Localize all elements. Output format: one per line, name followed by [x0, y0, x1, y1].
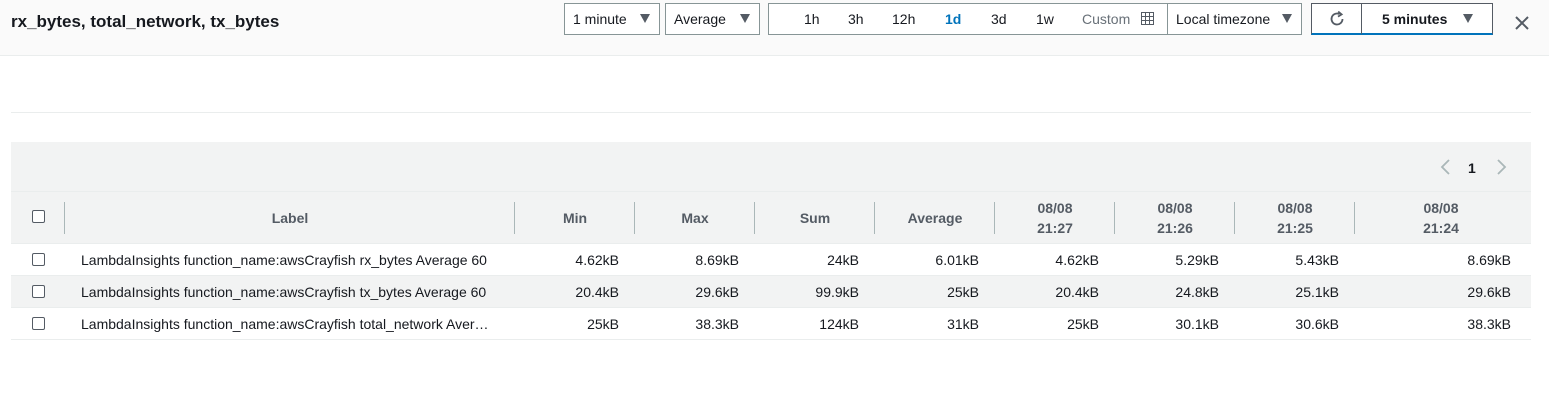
caret-down-icon: [1282, 14, 1292, 23]
time-range-selector: 1h 3h 12h 1d 3d 1w Custom: [768, 3, 1168, 35]
column-header-label[interactable]: Label: [65, 192, 515, 244]
row-value-cell: 29.6kB: [695, 284, 739, 300]
table-body: LambdaInsights function_name:awsCrayfish…: [11, 244, 1531, 340]
refresh-icon: [1330, 10, 1343, 25]
row-value-cell: 38.3kB: [1467, 316, 1511, 332]
statistic-value: Average: [674, 11, 726, 27]
chevron-right-icon[interactable]: [1494, 159, 1508, 175]
column-header-max[interactable]: Max: [635, 192, 755, 244]
calendar-icon[interactable]: [1141, 12, 1154, 25]
row-label-cell: LambdaInsights function_name:awsCrayfish…: [81, 316, 491, 332]
timezone-select[interactable]: Local timezone: [1167, 3, 1302, 35]
caret-down-icon: [640, 14, 650, 23]
row-value-cell: 38.3kB: [695, 316, 739, 332]
row-value-cell: 124kB: [819, 316, 859, 332]
statistic-select[interactable]: Average: [665, 3, 760, 35]
time-range-3h[interactable]: 3h: [848, 11, 864, 27]
row-value-cell: 8.69kB: [1467, 252, 1511, 268]
row-value-cell: 5.29kB: [1175, 252, 1219, 268]
time-range-3d[interactable]: 3d: [991, 11, 1007, 27]
row-value-cell: 25kB: [1067, 316, 1099, 332]
metrics-table: 1 Label Min Max Sum Average 08/08 21:27 …: [11, 142, 1531, 340]
refresh-interval-select[interactable]: 5 minutes: [1361, 3, 1493, 35]
page-number[interactable]: 1: [1468, 160, 1476, 176]
caret-down-icon: [740, 14, 750, 23]
row-checkbox[interactable]: [32, 317, 45, 330]
column-header-time[interactable]: 08/08 21:26: [1115, 192, 1235, 244]
row-value-cell: 20.4kB: [1055, 284, 1099, 300]
time-range-1d[interactable]: 1d: [945, 11, 961, 27]
row-value-cell: 24.8kB: [1175, 284, 1219, 300]
caret-down-icon: [1463, 14, 1473, 23]
custom-range-button[interactable]: Custom: [1082, 11, 1130, 27]
table-row[interactable]: LambdaInsights function_name:awsCrayfish…: [11, 308, 1531, 340]
period-select[interactable]: 1 minute: [564, 3, 660, 35]
row-value-cell: 30.6kB: [1295, 316, 1339, 332]
select-all-cell: [11, 192, 65, 244]
page-title: rx_bytes, total_network, tx_bytes: [11, 12, 280, 31]
row-value-cell: 20.4kB: [575, 284, 619, 300]
table-header: Label Min Max Sum Average 08/08 21:27 08…: [11, 192, 1531, 244]
graph-area-divider: [11, 112, 1531, 113]
row-value-cell: 99.9kB: [815, 284, 859, 300]
time-range-1h[interactable]: 1h: [804, 11, 820, 27]
column-header-min[interactable]: Min: [515, 192, 635, 244]
column-header-sum[interactable]: Sum: [755, 192, 875, 244]
refresh-interval-value: 5 minutes: [1382, 10, 1448, 27]
row-value-cell: 30.1kB: [1175, 316, 1219, 332]
chevron-left-icon[interactable]: [1439, 159, 1453, 175]
row-value-cell: 6.01kB: [935, 252, 979, 268]
timezone-value: Local timezone: [1176, 11, 1271, 27]
row-value-cell: 31kB: [947, 316, 979, 332]
table-row[interactable]: LambdaInsights function_name:awsCrayfish…: [11, 244, 1531, 276]
row-checkbox[interactable]: [32, 253, 45, 266]
table-row[interactable]: LambdaInsights function_name:awsCrayfish…: [11, 276, 1531, 308]
row-value-cell: 4.62kB: [575, 252, 619, 268]
select-all-checkbox[interactable]: [32, 210, 45, 223]
period-value: 1 minute: [573, 11, 627, 27]
row-value-cell: 25kB: [587, 316, 619, 332]
column-header-time[interactable]: 08/08 21:24: [1355, 192, 1527, 244]
pagination-bar: 1: [11, 142, 1531, 192]
row-checkbox[interactable]: [32, 285, 45, 298]
time-range-12h[interactable]: 12h: [892, 11, 915, 27]
column-header-time[interactable]: 08/08 21:27: [995, 192, 1115, 244]
column-header-average[interactable]: Average: [875, 192, 995, 244]
row-value-cell: 4.62kB: [1055, 252, 1099, 268]
row-value-cell: 8.69kB: [695, 252, 739, 268]
column-header-time[interactable]: 08/08 21:25: [1235, 192, 1355, 244]
row-value-cell: 25kB: [947, 284, 979, 300]
row-label-cell: LambdaInsights function_name:awsCrayfish…: [81, 252, 487, 268]
row-value-cell: 25.1kB: [1295, 284, 1339, 300]
row-value-cell: 24kB: [827, 252, 859, 268]
time-range-1w[interactable]: 1w: [1036, 11, 1054, 27]
close-icon[interactable]: [1512, 13, 1532, 33]
row-value-cell: 5.43kB: [1295, 252, 1339, 268]
row-label-cell: LambdaInsights function_name:awsCrayfish…: [81, 284, 487, 300]
row-value-cell: 29.6kB: [1467, 284, 1511, 300]
refresh-button[interactable]: [1311, 3, 1362, 35]
modal-header: rx_bytes, total_network, tx_bytes 1 minu…: [0, 0, 1549, 56]
